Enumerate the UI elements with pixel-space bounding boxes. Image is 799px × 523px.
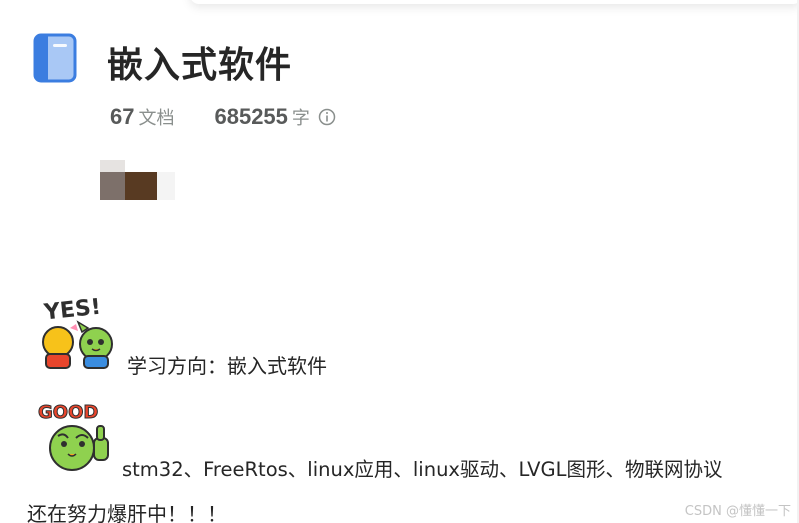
yes-sticker-text: YES! xyxy=(42,295,102,326)
book-stats: 67 文档 685255 字 xyxy=(110,104,336,134)
word-count: 685255 xyxy=(214,104,288,129)
book-title: 嵌入式软件 xyxy=(107,45,293,86)
good-sticker-text: GOOD xyxy=(38,402,98,423)
top-card-shadow xyxy=(190,0,799,4)
good-sticker-icon: GOOD xyxy=(38,402,109,471)
learning-direction-text: 学习方向：嵌入式软件 xyxy=(127,354,327,378)
doc-count-unit: 文档 xyxy=(138,108,175,129)
effort-text: 还在努力爆肝中！！！ xyxy=(27,502,227,523)
word-count-unit: 字 xyxy=(291,108,310,129)
info-icon[interactable] xyxy=(318,108,336,126)
yes-sticker-icon: YES! xyxy=(42,295,113,369)
avatar-placeholder xyxy=(100,160,175,200)
tech-stack-text: stm32、FreeRtos、linux应用、linux驱动、LVGL图形、物联… xyxy=(122,458,723,481)
watermark-text: CSDN @懂懂一下 xyxy=(684,504,791,519)
book-icon xyxy=(33,33,77,83)
doc-count: 67 xyxy=(110,104,135,129)
